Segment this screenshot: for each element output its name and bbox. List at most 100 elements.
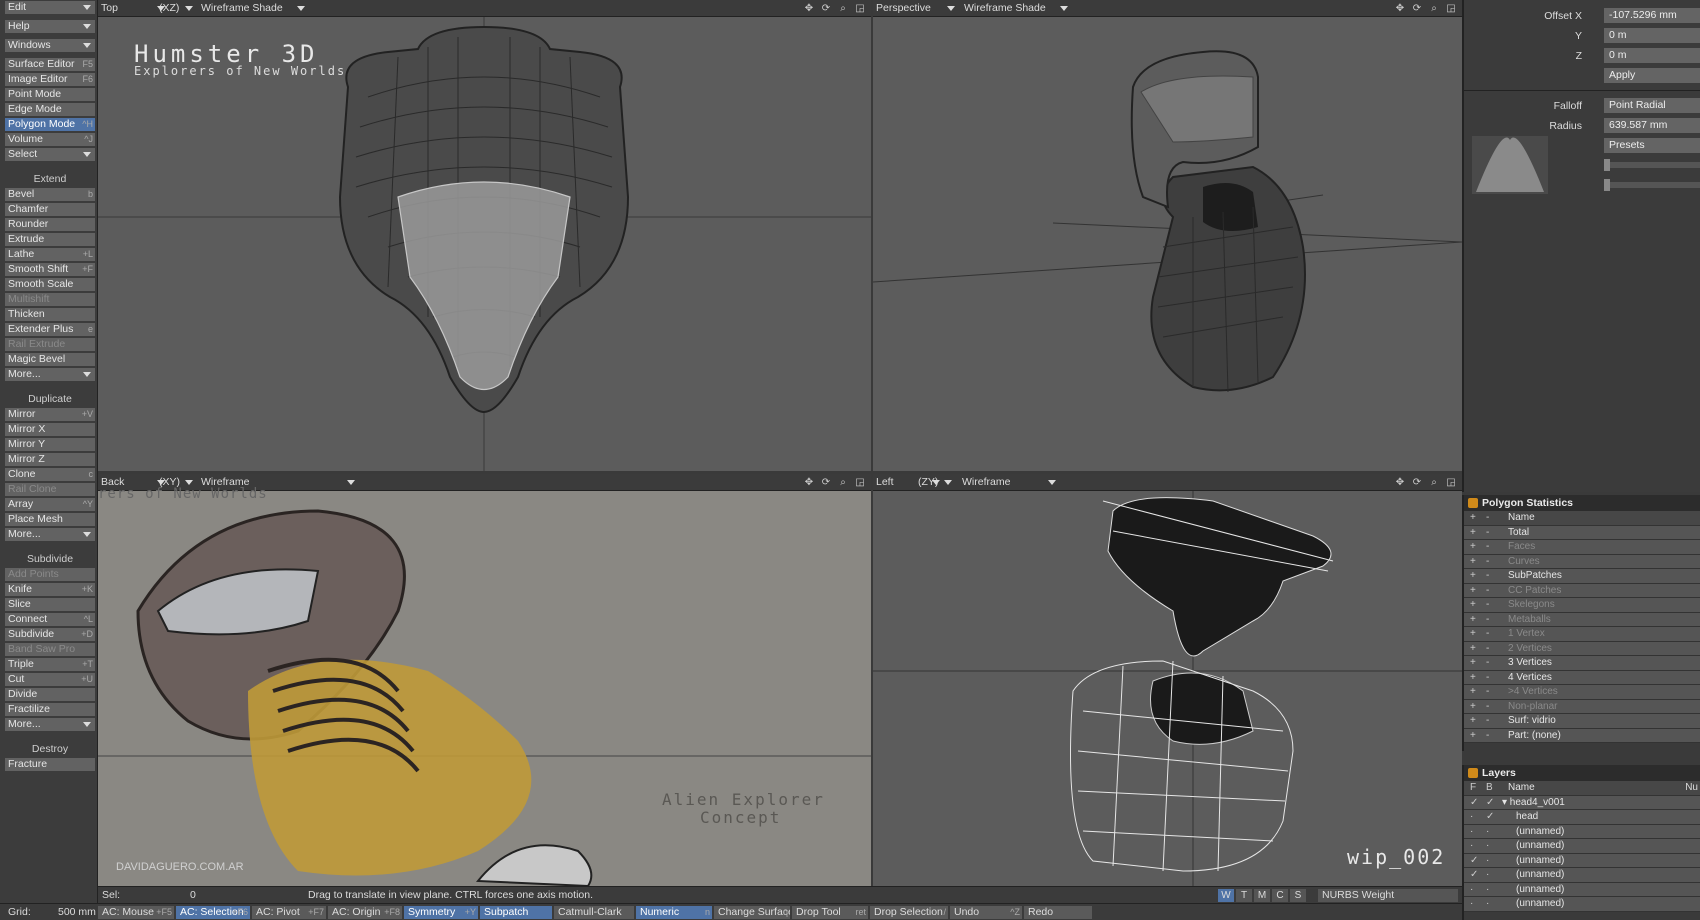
- more-button[interactable]: More...: [5, 718, 95, 731]
- stats-row[interactable]: + - SubPatches: [1464, 569, 1700, 584]
- expand-toggle[interactable]: +: [1470, 627, 1482, 642]
- stats-row[interactable]: + -2 Vertices: [1464, 641, 1700, 657]
- collapse-toggle[interactable]: -: [1486, 714, 1498, 729]
- rotate-view-icon[interactable]: ⟳: [1410, 476, 1424, 489]
- slider-2[interactable]: [1604, 179, 1700, 191]
- image-editor-button[interactable]: Image Editor F6: [5, 73, 95, 86]
- slider-1[interactable]: [1604, 159, 1700, 171]
- move-view-icon[interactable]: ✥: [802, 476, 816, 489]
- change-surface-button[interactable]: Change Surface q: [714, 906, 790, 919]
- collapse-toggle[interactable]: -: [1486, 642, 1498, 657]
- fractilize-button[interactable]: Fractilize: [5, 703, 95, 716]
- foreground-toggle[interactable]: ✓: [1470, 796, 1482, 811]
- knife-button[interactable]: Knife +K: [5, 583, 95, 596]
- more-button[interactable]: More...: [5, 368, 95, 381]
- falloff-select[interactable]: Point Radial: [1604, 98, 1700, 113]
- background-toggle[interactable]: ·: [1486, 854, 1498, 869]
- zoom-view-icon[interactable]: ⌕: [836, 2, 850, 15]
- expand-toggle[interactable]: +: [1470, 555, 1482, 570]
- background-toggle[interactable]: ·: [1486, 868, 1498, 883]
- expand-toggle[interactable]: +: [1470, 569, 1482, 584]
- collapse-toggle[interactable]: -: [1486, 540, 1498, 555]
- shade-select[interactable]: Wireframe Shade: [198, 2, 308, 15]
- rotate-view-icon[interactable]: ⟳: [819, 2, 833, 15]
- expand-toggle[interactable]: +: [1470, 714, 1482, 729]
- shade-select[interactable]: Wireframe: [959, 476, 1059, 489]
- expand-toggle[interactable]: +: [1470, 613, 1482, 628]
- background-toggle[interactable]: ✓: [1486, 810, 1498, 825]
- radius-field[interactable]: 639.587 mm: [1604, 118, 1700, 133]
- collapse-toggle[interactable]: -: [1486, 671, 1498, 686]
- background-toggle[interactable]: ·: [1486, 839, 1498, 854]
- collapse-toggle[interactable]: -: [1486, 569, 1498, 584]
- edge-mode-button[interactable]: Edge Mode: [5, 103, 95, 116]
- collapse-toggle[interactable]: -: [1486, 656, 1498, 671]
- ac-origin-button[interactable]: AC: Origin +F8: [328, 906, 402, 919]
- multishift-button[interactable]: Multishift: [5, 293, 95, 306]
- subpatch-button[interactable]: Subpatch: [480, 906, 552, 919]
- collapse-toggle[interactable]: -: [1486, 555, 1498, 570]
- foreground-toggle[interactable]: ·: [1470, 825, 1482, 840]
- foreground-toggle[interactable]: ·: [1470, 883, 1482, 898]
- layer-row[interactable]: · · (unnamed): [1464, 882, 1700, 898]
- bevel-button[interactable]: Bevel b: [5, 188, 95, 201]
- zoom-view-icon[interactable]: ⌕: [836, 476, 850, 489]
- expand-toggle[interactable]: +: [1470, 526, 1482, 541]
- layer-row[interactable]: ✓ · (unnamed): [1464, 868, 1700, 883]
- mode-s-button[interactable]: S: [1290, 889, 1306, 902]
- background-toggle[interactable]: ✓: [1486, 796, 1498, 811]
- stats-row[interactable]: + -1 Vertex: [1464, 627, 1700, 642]
- collapse-toggle[interactable]: -: [1486, 685, 1498, 700]
- mode-t-button[interactable]: T: [1236, 889, 1252, 902]
- surface-editor-button[interactable]: Surface Editor F5: [5, 58, 95, 71]
- presets-button[interactable]: Presets: [1604, 138, 1700, 153]
- rail-extrude-button[interactable]: Rail Extrude: [5, 338, 95, 351]
- foreground-toggle[interactable]: ·: [1470, 897, 1482, 912]
- rail-clone-button[interactable]: Rail Clone: [5, 483, 95, 496]
- layer-row[interactable]: · ✓ head: [1464, 810, 1700, 825]
- axes-select[interactable]: (XZ): [156, 2, 196, 15]
- viewport-perspective[interactable]: Perspective Wireframe Shade ✥ ⟳ ⌕ ◲: [873, 0, 1462, 471]
- smooth-scale-button[interactable]: Smooth Scale: [5, 278, 95, 291]
- drop-tool-button[interactable]: Drop Tool ret: [792, 906, 868, 919]
- stats-row[interactable]: + - Skelegons: [1464, 598, 1700, 613]
- clone-button[interactable]: Clone c: [5, 468, 95, 481]
- symmetry-button[interactable]: Symmetry +Y: [404, 906, 478, 919]
- point-mode-button[interactable]: Point Mode: [5, 88, 95, 101]
- place-mesh-button[interactable]: Place Mesh: [5, 513, 95, 526]
- mirror-x-button[interactable]: Mirror X: [5, 423, 95, 436]
- zoom-view-icon[interactable]: ⌕: [1427, 2, 1441, 15]
- magic-bevel-button[interactable]: Magic Bevel: [5, 353, 95, 366]
- ac-mouse-button[interactable]: AC: Mouse +F5: [98, 906, 174, 919]
- foreground-toggle[interactable]: ✓: [1470, 854, 1482, 869]
- collapse-toggle[interactable]: -: [1486, 584, 1498, 599]
- expand-toggle[interactable]: +: [1470, 540, 1482, 555]
- zoom-view-icon[interactable]: ⌕: [1427, 476, 1441, 489]
- extrude-button[interactable]: Extrude: [5, 233, 95, 246]
- select-button[interactable]: Select: [5, 148, 95, 161]
- expand-toggle[interactable]: +: [1470, 700, 1482, 715]
- more-button[interactable]: More...: [5, 528, 95, 541]
- background-toggle[interactable]: ·: [1486, 825, 1498, 840]
- band-saw-pro-button[interactable]: Band Saw Pro: [5, 643, 95, 656]
- stats-row[interactable]: + - Total: [1464, 525, 1700, 541]
- expand-toggle[interactable]: +: [1470, 729, 1482, 744]
- maximize-view-icon[interactable]: ◲: [853, 476, 867, 489]
- offset-y-field[interactable]: 0 m: [1604, 28, 1700, 43]
- offset-z-field[interactable]: 0 m: [1604, 48, 1700, 63]
- viewport-top[interactable]: Top (XZ) Wireframe Shade ✥ ⟳ ⌕ ◲ Humster…: [98, 0, 871, 471]
- polygon-mode-button[interactable]: Polygon Mode ^H: [5, 118, 95, 131]
- rotate-view-icon[interactable]: ⟳: [819, 476, 833, 489]
- mirror-z-button[interactable]: Mirror Z: [5, 453, 95, 466]
- background-toggle[interactable]: ·: [1486, 897, 1498, 912]
- ac-pivot-button[interactable]: AC: Pivot +F7: [252, 906, 326, 919]
- add-points-button[interactable]: Add Points: [5, 568, 95, 581]
- stats-row[interactable]: + -3 Vertices: [1464, 656, 1700, 671]
- view-type-select[interactable]: Perspective: [873, 2, 958, 15]
- connect-button[interactable]: Connect ^L: [5, 613, 95, 626]
- apply-button[interactable]: Apply: [1604, 68, 1700, 83]
- foreground-toggle[interactable]: ·: [1470, 810, 1482, 825]
- layer-row[interactable]: · · (unnamed): [1464, 824, 1700, 840]
- mode-w-button[interactable]: W: [1218, 889, 1234, 902]
- viewport-left[interactable]: Left (ZY) Wireframe ✥ ⟳ ⌕ ◲ wip_002: [873, 474, 1462, 886]
